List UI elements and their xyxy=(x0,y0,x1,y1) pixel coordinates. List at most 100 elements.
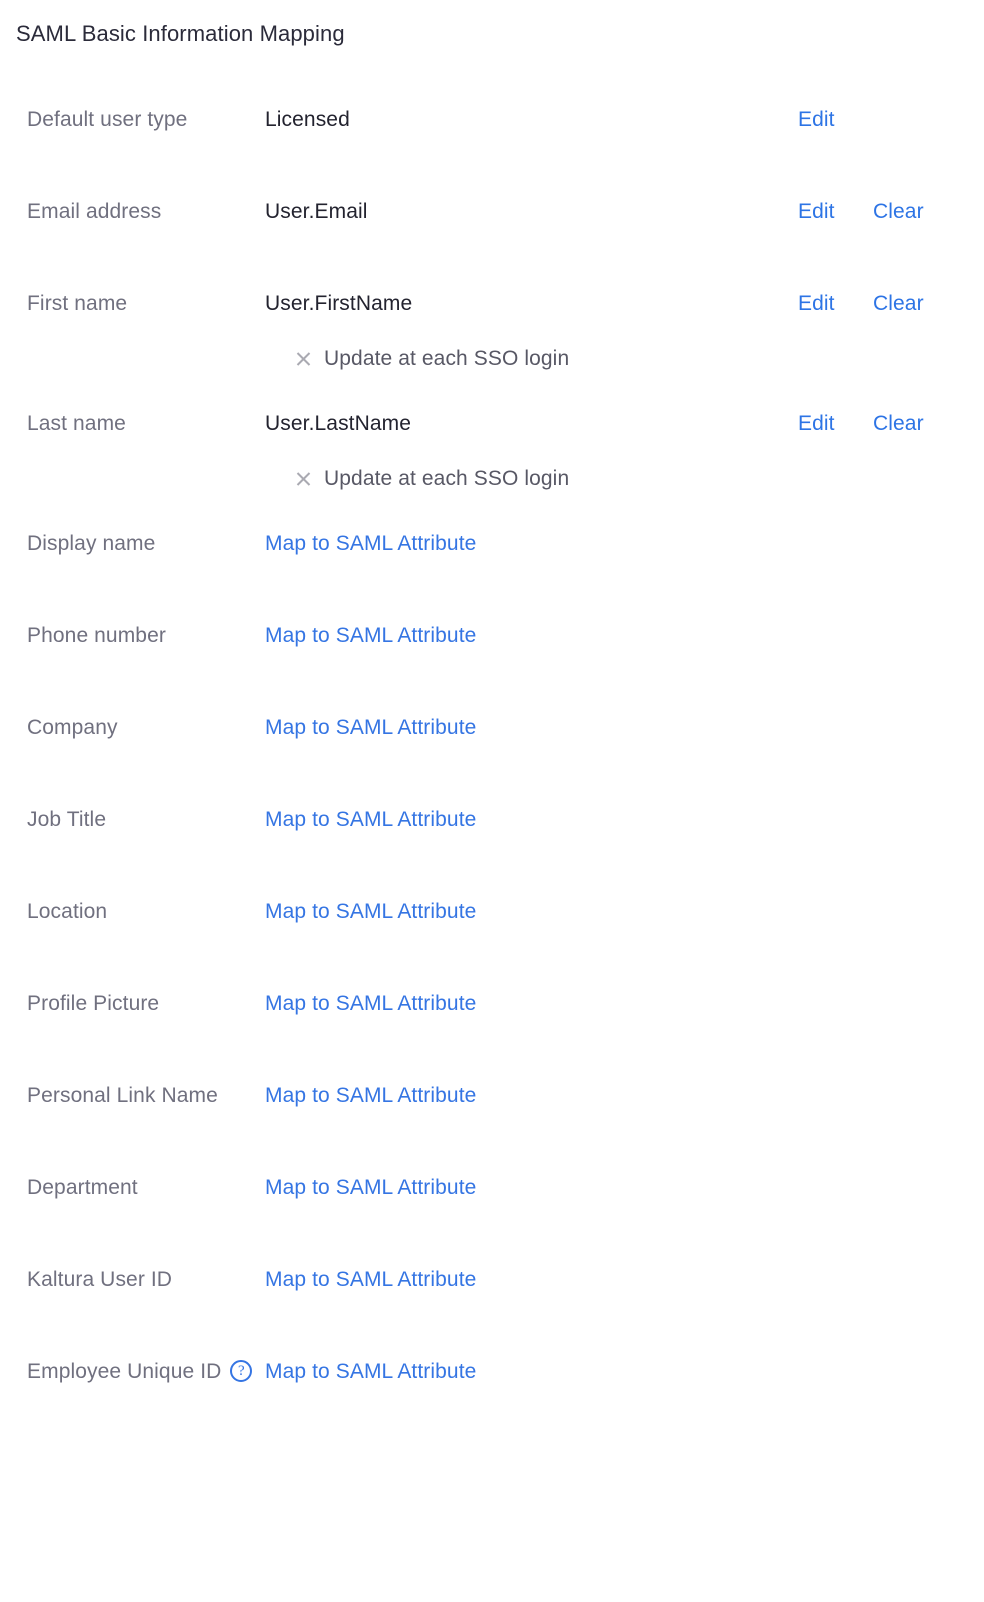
map-to-saml-attribute-link[interactable]: Map to SAML Attribute xyxy=(265,616,770,655)
map-to-saml-attribute-link[interactable]: Map to SAML Attribute xyxy=(265,892,770,931)
row-gap xyxy=(0,1207,984,1260)
row-gap xyxy=(0,655,984,708)
row-value-column: Map to SAML Attribute xyxy=(265,708,770,747)
mapping-row-main: Email address User.Email Edit Clear xyxy=(0,192,984,231)
mapping-row: Job Title Map to SAML Attribute xyxy=(0,800,984,839)
question-mark-glyph: ? xyxy=(238,1363,245,1379)
edit-link[interactable]: Edit xyxy=(798,284,835,323)
row-value-column: Map to SAML Attribute xyxy=(265,616,770,655)
edit-link[interactable]: Edit xyxy=(798,100,835,139)
clear-link[interactable]: Clear xyxy=(873,404,924,443)
page-title: SAML Basic Information Mapping xyxy=(16,21,345,46)
row-actions: Edit Clear xyxy=(770,404,984,443)
update-at-each-sso-login-toggle[interactable]: Update at each SSO login xyxy=(0,345,984,373)
map-to-saml-attribute-link[interactable]: Map to SAML Attribute xyxy=(265,800,770,839)
row-value-column: Map to SAML Attribute xyxy=(265,892,770,931)
mapping-row-main: Company Map to SAML Attribute xyxy=(0,708,984,747)
mapping-row-main: Default user type Licensed Edit xyxy=(0,100,984,139)
update-at-each-sso-login-label: Update at each SSO login xyxy=(324,467,570,490)
row-gap xyxy=(0,373,984,404)
row-label-text: Kaltura User ID xyxy=(27,1268,173,1291)
row-gap xyxy=(0,231,984,284)
mapping-row: Employee Unique ID? Map to SAML Attribute xyxy=(0,1352,984,1391)
mapping-row: Default user type Licensed Edit xyxy=(0,100,984,139)
mapping-row: Location Map to SAML Attribute xyxy=(0,892,984,931)
close-x-icon[interactable] xyxy=(294,469,314,489)
row-label: Kaltura User ID xyxy=(0,1260,265,1299)
saml-basic-information-mapping-page: SAML Basic Information Mapping Default u… xyxy=(0,0,984,1602)
row-label: Display name xyxy=(0,524,265,563)
row-gap xyxy=(0,931,984,984)
row-value-text: User.FirstName xyxy=(265,292,413,315)
edit-link[interactable]: Edit xyxy=(798,192,835,231)
mapping-row-main: Job Title Map to SAML Attribute xyxy=(0,800,984,839)
row-actions xyxy=(770,984,984,1023)
row-value-column: Map to SAML Attribute xyxy=(265,984,770,1023)
mapping-row-main: Last name User.LastName Edit Clear xyxy=(0,404,984,443)
row-actions xyxy=(770,1260,984,1299)
row-gap xyxy=(0,563,984,616)
row-value-text: User.LastName xyxy=(265,412,412,435)
mapping-row: Display name Map to SAML Attribute xyxy=(0,524,984,563)
row-label: Default user type xyxy=(0,100,265,139)
row-value-column: Licensed xyxy=(265,100,770,139)
mapping-row-main: Display name Map to SAML Attribute xyxy=(0,524,984,563)
row-actions xyxy=(770,1168,984,1207)
map-to-saml-attribute-link[interactable]: Map to SAML Attribute xyxy=(265,984,770,1023)
map-to-saml-attribute-link[interactable]: Map to SAML Attribute xyxy=(265,1076,770,1115)
row-label-text: Default user type xyxy=(27,108,188,131)
row-label-text: Company xyxy=(27,716,118,739)
row-gap xyxy=(0,1115,984,1168)
mapping-row: Department Map to SAML Attribute xyxy=(0,1168,984,1207)
mapping-row: Kaltura User ID Map to SAML Attribute xyxy=(0,1260,984,1299)
row-label: Personal Link Name xyxy=(0,1076,265,1115)
row-value-column: Map to SAML Attribute xyxy=(265,1352,770,1391)
row-label: First name xyxy=(0,284,265,323)
clear-link[interactable]: Clear xyxy=(873,192,924,231)
mapping-row-main: Phone number Map to SAML Attribute xyxy=(0,616,984,655)
row-label-text: Department xyxy=(27,1176,138,1199)
row-actions: Edit Clear xyxy=(770,284,984,323)
update-at-each-sso-login-toggle[interactable]: Update at each SSO login xyxy=(0,465,984,493)
map-to-saml-attribute-link[interactable]: Map to SAML Attribute xyxy=(265,708,770,747)
map-to-saml-attribute-link[interactable]: Map to SAML Attribute xyxy=(265,1168,770,1207)
row-label-text: Email address xyxy=(27,200,162,223)
row-gap xyxy=(0,139,984,192)
row-gap xyxy=(0,839,984,892)
row-actions xyxy=(770,800,984,839)
row-actions xyxy=(770,1352,984,1391)
row-actions: Edit xyxy=(770,100,984,139)
mapping-row-main: Kaltura User ID Map to SAML Attribute xyxy=(0,1260,984,1299)
row-value-column: User.FirstName xyxy=(265,284,770,323)
mapping-row: Email address User.Email Edit Clear xyxy=(0,192,984,231)
row-label-text: Employee Unique ID xyxy=(27,1360,222,1383)
row-label: Company xyxy=(0,708,265,747)
row-label: Employee Unique ID? xyxy=(0,1352,265,1391)
question-mark-circle-icon[interactable]: ? xyxy=(230,1360,253,1382)
clear-link[interactable]: Clear xyxy=(873,284,924,323)
mapping-row: Personal Link Name Map to SAML Attribute xyxy=(0,1076,984,1115)
row-label: Phone number xyxy=(0,616,265,655)
row-label: Job Title xyxy=(0,800,265,839)
row-label: Last name xyxy=(0,404,265,443)
row-value-column: Map to SAML Attribute xyxy=(265,524,770,563)
mapping-row-main: Department Map to SAML Attribute xyxy=(0,1168,984,1207)
row-gap xyxy=(0,493,984,524)
row-label-text: First name xyxy=(27,292,128,315)
mapping-rows-list: Default user type Licensed Edit Email addre… xyxy=(0,100,984,1391)
row-gap xyxy=(0,1299,984,1352)
row-value-text: Licensed xyxy=(265,108,350,131)
edit-link[interactable]: Edit xyxy=(798,404,835,443)
mapping-row-main: Personal Link Name Map to SAML Attribute xyxy=(0,1076,984,1115)
update-at-each-sso-login-label: Update at each SSO login xyxy=(324,347,570,370)
map-to-saml-attribute-link[interactable]: Map to SAML Attribute xyxy=(265,524,770,563)
mapping-row-main: First name User.FirstName Edit Clear xyxy=(0,284,984,323)
mapping-row: Last name User.LastName Edit Clear Update at… xyxy=(0,404,984,493)
row-gap xyxy=(0,747,984,800)
map-to-saml-attribute-link[interactable]: Map to SAML Attribute xyxy=(265,1352,770,1391)
row-actions xyxy=(770,892,984,931)
row-value-column: Map to SAML Attribute xyxy=(265,1076,770,1115)
map-to-saml-attribute-link[interactable]: Map to SAML Attribute xyxy=(265,1260,770,1299)
close-x-icon[interactable] xyxy=(294,349,314,369)
row-actions: Edit Clear xyxy=(770,192,984,231)
